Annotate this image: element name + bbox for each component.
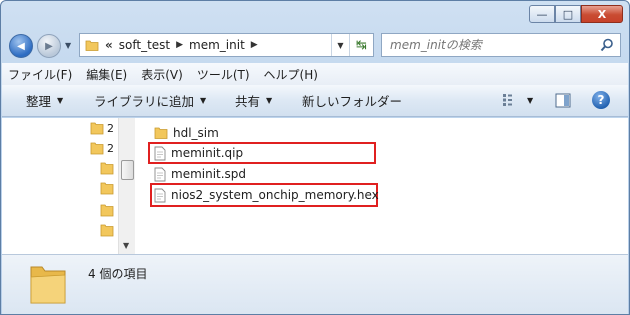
file-list: hdl_sim meminit.qip meminit.spd nios2_sy… (136, 118, 628, 254)
navigation-pane: 2 2 ▼ (2, 118, 135, 254)
folder-icon (100, 204, 114, 217)
forward-button[interactable]: ▶ (37, 34, 61, 58)
folder-icon (100, 224, 114, 237)
tree-item[interactable]: 2 (90, 120, 114, 136)
chevron-down-icon: ▼ (57, 96, 64, 105)
folder-icon (85, 40, 99, 51)
scrollbar-thumb[interactable] (121, 160, 134, 180)
item-count: 4 個の項目 (88, 267, 148, 281)
breadcrumb-mem-init[interactable]: mem_init (189, 38, 245, 52)
breadcrumb-separator-icon[interactable]: ▶ (251, 40, 258, 50)
recent-pages-dropdown[interactable]: ▼ (65, 41, 71, 50)
tree-item[interactable] (100, 202, 114, 218)
address-dropdown-button[interactable]: ▼ (331, 34, 349, 56)
tree-item[interactable] (100, 222, 114, 238)
tree-item[interactable]: 2 (90, 140, 114, 156)
add-to-library-label: ライブラリに追加 (94, 94, 195, 109)
explorer-window: — □ X ◀ ▶ ▼ « soft_test ▶ mem_init ▶ ▼ ↹ (0, 0, 630, 315)
address-overflow-button[interactable]: « (105, 38, 113, 52)
navpane-scrollbar[interactable]: ▼ (118, 118, 135, 254)
close-button[interactable]: X (581, 5, 623, 23)
folder-icon (90, 122, 104, 135)
breadcrumb-soft-test[interactable]: soft_test (119, 38, 170, 52)
menu-tools[interactable]: ツール(T) (197, 66, 250, 83)
share-button[interactable]: 共有 ▼ (235, 91, 272, 110)
share-label: 共有 (235, 94, 261, 109)
folder-icon (30, 266, 66, 304)
maximize-button[interactable]: □ (555, 5, 581, 23)
refresh-button[interactable]: ↹ (349, 34, 373, 56)
refresh-icon: ↹ (356, 37, 367, 53)
search-box (381, 33, 621, 57)
back-button[interactable]: ◀ (9, 34, 33, 58)
view-options-dropdown[interactable]: ▼ (527, 96, 533, 105)
help-icon: ? (597, 93, 605, 107)
new-folder-label: 新しいフォルダー (302, 94, 403, 109)
forward-arrow-icon: ▶ (45, 40, 53, 52)
file-name: meminit.qip (171, 146, 244, 160)
folder-icon (154, 127, 168, 139)
scroll-down-icon[interactable]: ▼ (123, 241, 129, 250)
view-options-button[interactable] (502, 93, 520, 110)
back-arrow-icon: ◀ (17, 40, 25, 52)
add-to-library-button[interactable]: ライブラリに追加 ▼ (94, 91, 206, 110)
list-item[interactable]: meminit.spd (154, 164, 246, 184)
view-list-icon (503, 94, 512, 106)
new-folder-button[interactable]: 新しいフォルダー (302, 91, 402, 110)
file-name: hdl_sim (173, 126, 219, 140)
minimize-button[interactable]: — (529, 5, 555, 23)
search-input[interactable] (390, 38, 600, 52)
command-bar: 整理 ▼ ライブラリに追加 ▼ 共有 ▼ 新しいフォルダー ▼ ? (2, 85, 628, 117)
list-item[interactable]: nios2_system_onchip_memory.hex (154, 185, 379, 205)
organize-label: 整理 (26, 94, 52, 109)
menu-help[interactable]: ヘルプ(H) (264, 66, 318, 83)
preview-pane-icon (555, 93, 571, 108)
menu-edit[interactable]: 編集(E) (86, 66, 127, 83)
tree-item-label: 2 (107, 121, 114, 135)
address-buttons: ▼ ↹ (331, 34, 373, 56)
tree-item[interactable] (100, 180, 114, 196)
file-name: nios2_system_onchip_memory.hex (171, 188, 379, 202)
document-icon (154, 146, 166, 160)
organize-button[interactable]: 整理 ▼ (26, 91, 63, 110)
tree-item-label: 2 (107, 141, 114, 155)
help-button[interactable]: ? (592, 91, 610, 109)
address-bar[interactable]: « soft_test ▶ mem_init ▶ ▼ ↹ (79, 33, 374, 57)
document-icon (154, 188, 166, 202)
file-name: meminit.spd (171, 167, 247, 181)
folder-icon (100, 162, 114, 175)
document-icon (154, 167, 166, 181)
tree-item[interactable] (100, 160, 114, 176)
chevron-down-icon: ▼ (200, 96, 207, 105)
menu-file[interactable]: ファイル(F) (8, 66, 72, 83)
list-item[interactable]: meminit.qip (154, 143, 243, 163)
menu-view[interactable]: 表示(V) (141, 66, 183, 83)
preview-pane-button[interactable] (555, 93, 571, 111)
folder-icon (90, 142, 104, 155)
caption-buttons: — □ X (529, 5, 623, 23)
search-icon[interactable] (600, 38, 614, 52)
folder-icon (100, 182, 114, 195)
menu-bar: ファイル(F) 編集(E) 表示(V) ツール(T) ヘルプ(H) (2, 63, 628, 85)
chevron-down-icon: ▼ (266, 96, 273, 105)
breadcrumb-separator-icon[interactable]: ▶ (176, 40, 183, 50)
list-item[interactable]: hdl_sim (154, 123, 219, 143)
content-area: 2 2 ▼ hdl_sim meminit.qip meminit.spd ni… (2, 118, 628, 254)
details-pane: 4 個の項目 (2, 254, 628, 314)
